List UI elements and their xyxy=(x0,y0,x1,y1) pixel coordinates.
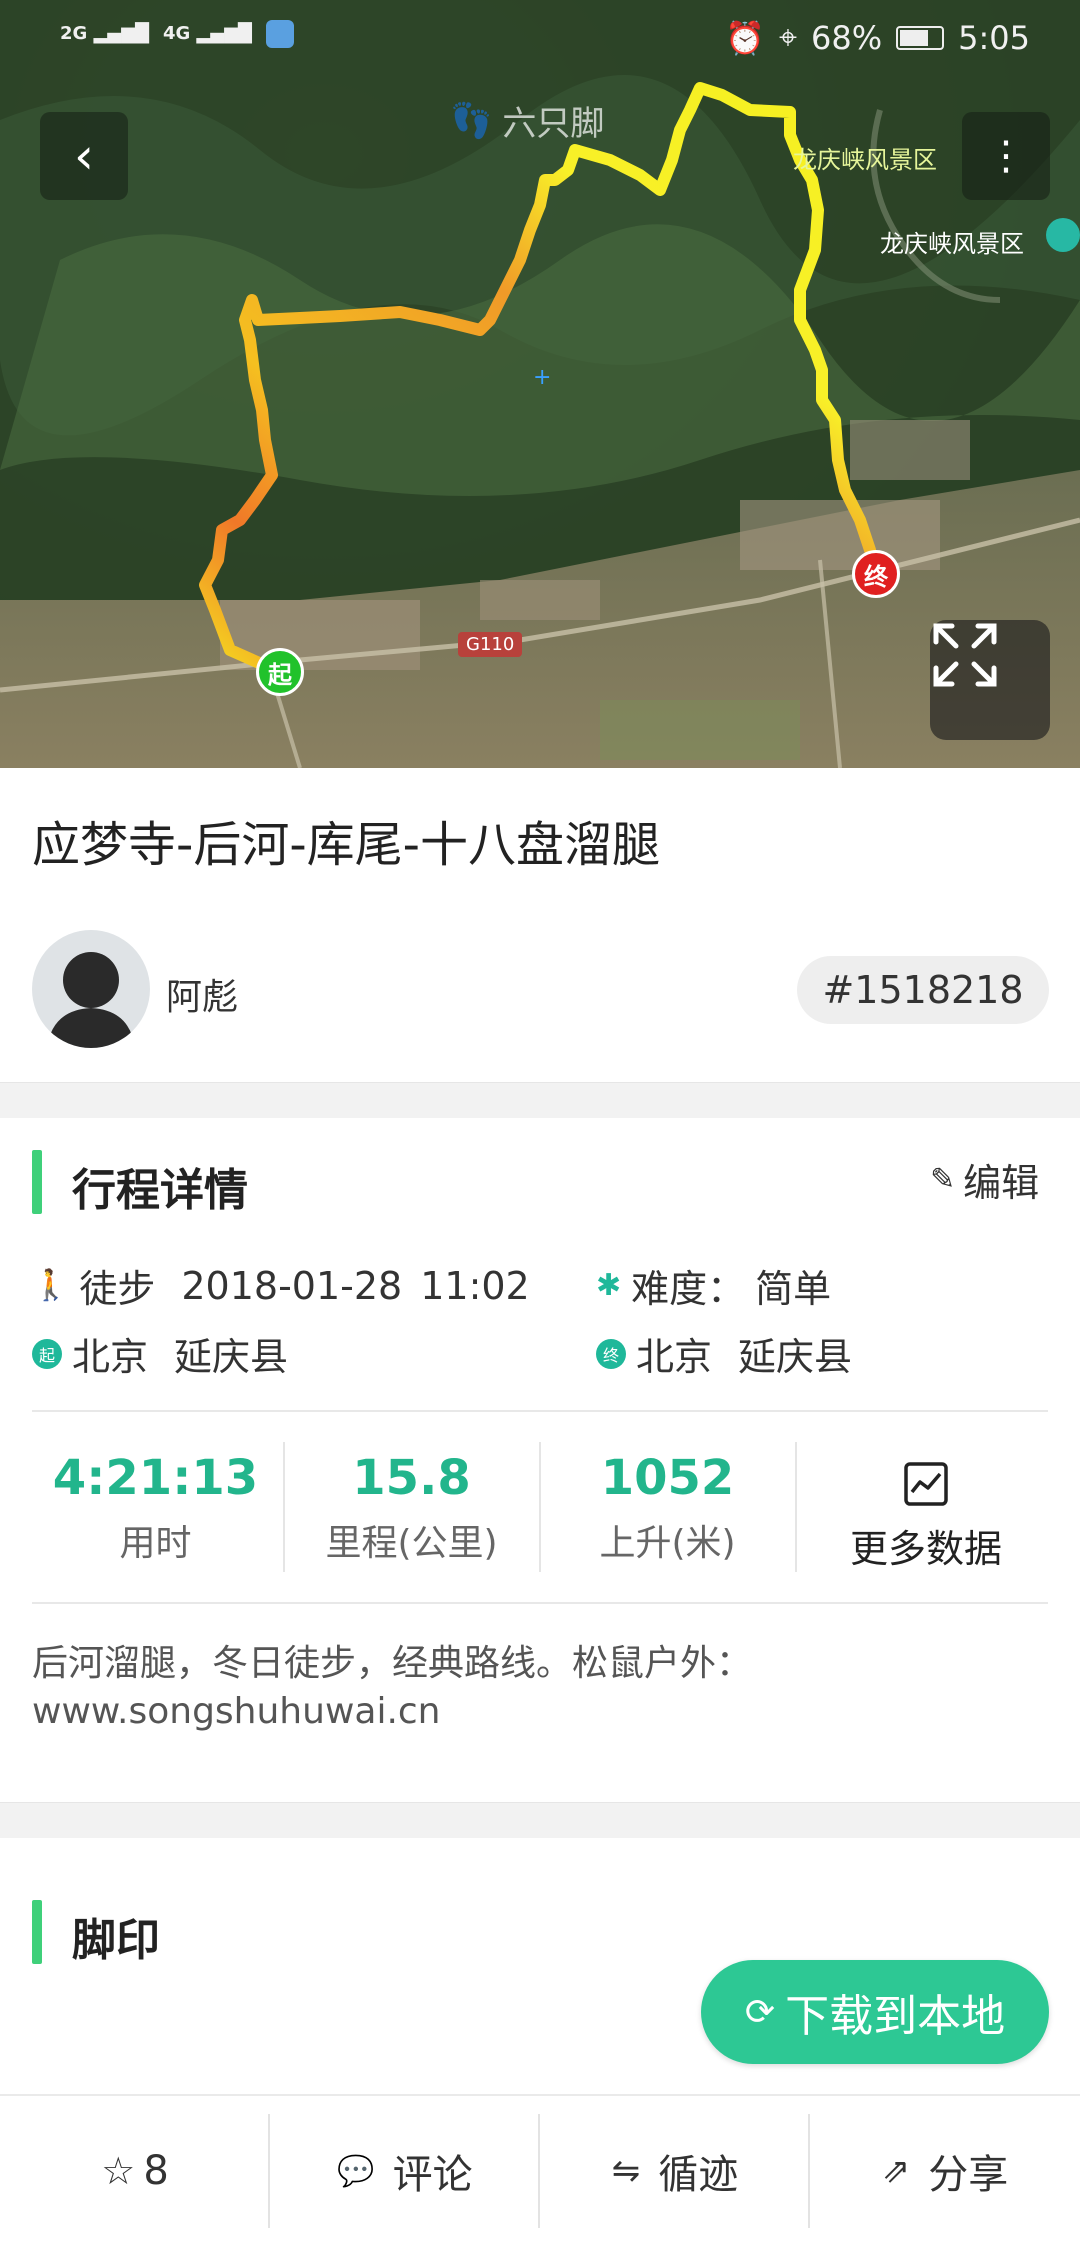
divider xyxy=(32,1602,1048,1604)
battery-icon xyxy=(896,25,945,50)
difficulty-info: ✱ 难度： 简单 xyxy=(596,1267,832,1311)
fullscreen-button[interactable] xyxy=(930,620,1050,740)
trip-id-badge: #1518218 xyxy=(797,956,1049,1024)
follow-track-button[interactable]: ⇋ 循迹 xyxy=(540,2096,810,2246)
hiker-icon: 🚶 xyxy=(32,1268,70,1303)
section-title-details: 行程详情 xyxy=(72,1165,248,1216)
avatar[interactable] xyxy=(32,930,150,1048)
edit-button[interactable]: ✎ 编辑 xyxy=(930,1152,1039,1207)
trip-description: 后河溜腿，冬日徒步，经典路线。松鼠户外： www.songshuhuwai.cn xyxy=(32,1640,1032,1736)
puzzle-icon: ✱ xyxy=(596,1268,622,1303)
favorite-button[interactable]: ☆ 8 xyxy=(0,2096,270,2246)
start-pin-icon: 起 xyxy=(32,1338,62,1369)
app-watermark: 👣 六只脚 xyxy=(450,100,605,145)
edit-icon: ✎ xyxy=(930,1162,956,1197)
route-start-marker[interactable]: 起 xyxy=(256,648,304,696)
status-bar: 2G ▂▄▆█ 4G ▂▄▆█ ⏰ ⌖ 68% 5:05 xyxy=(0,0,1080,80)
description-link[interactable]: www.songshuhuwai.cn xyxy=(32,1688,1032,1736)
trip-title: 应梦寺-后河-库尾-十八盘溜腿 xyxy=(32,817,660,873)
end-location: 终 北京 延庆县 xyxy=(596,1326,852,1381)
chevron-left-icon: ‹ xyxy=(74,127,94,185)
section-title-footprint: 脚印 xyxy=(72,1915,160,1966)
battery-percent: 68% xyxy=(811,18,883,57)
divider xyxy=(32,1410,1048,1412)
section-divider xyxy=(0,1802,1080,1838)
comment-button[interactable]: 💬 评论 xyxy=(270,2096,540,2246)
bottom-action-bar: ☆ 8 💬 评论 ⇋ 循迹 ⇗ 分享 xyxy=(0,2094,1080,2244)
author-name[interactable]: 阿彪 xyxy=(166,968,238,1020)
star-icon: ☆ xyxy=(101,2149,136,2193)
signal-2g-icon: 2G ▂▄▆█ xyxy=(60,23,149,44)
alarm-icon: ⏰ xyxy=(725,18,765,57)
stat-distance: 15.8 里程(公里) xyxy=(325,1450,498,1564)
route-map[interactable]: + 2G ▂▄▆█ 4G ▂▄▆█ ⏰ ⌖ 68% 5:05 ‹ 👣 六只脚 ⋮… xyxy=(0,0,1080,768)
refresh-icon: ⟳ xyxy=(744,1991,776,2033)
chart-line-icon xyxy=(904,1462,948,1506)
map-poi-label: 龙庆峡风景区 xyxy=(880,230,1024,258)
stat-duration: 4:21:13 用时 xyxy=(52,1450,259,1564)
stat-divider xyxy=(795,1442,797,1572)
share-icon: ⇗ xyxy=(881,2151,911,2191)
road-label: G110 xyxy=(458,632,523,657)
footprint-icon: 👣 xyxy=(450,100,493,141)
more-menu-button[interactable]: ⋮ xyxy=(962,112,1050,200)
section-accent-bar xyxy=(32,1150,42,1214)
svg-text:+: + xyxy=(533,365,551,390)
download-button[interactable]: ⟳ 下载到本地 xyxy=(701,1960,1049,2064)
location-icon: ⌖ xyxy=(778,18,798,56)
route-end-marker[interactable]: 终 xyxy=(852,550,900,598)
section-divider xyxy=(0,1082,1080,1118)
more-data-button[interactable]: 更多数据 xyxy=(808,1460,1044,1573)
stat-ascent: 1052 上升(米) xyxy=(599,1450,736,1564)
activity-info: 🚶 徒步 2018-01-28 11:02 xyxy=(32,1263,530,1312)
back-button[interactable]: ‹ xyxy=(40,112,128,200)
scenic-spot-icon[interactable] xyxy=(1046,218,1080,252)
signal-4g-icon: 4G ▂▄▆█ xyxy=(162,23,252,44)
clock: 5:05 xyxy=(958,18,1030,57)
app-notification-icon xyxy=(265,20,294,48)
share-button[interactable]: ⇗ 分享 xyxy=(810,2096,1080,2246)
start-location: 起 北京 延庆县 xyxy=(32,1326,288,1381)
user-silhouette-icon xyxy=(47,952,135,1048)
vertical-dots-icon: ⋮ xyxy=(986,133,1026,179)
expand-icon xyxy=(933,623,997,687)
route-follow-icon: ⇋ xyxy=(611,2151,641,2191)
end-pin-icon: 终 xyxy=(596,1338,626,1369)
section-accent-bar xyxy=(32,1900,42,1964)
comment-icon: 💬 xyxy=(337,2153,375,2189)
map-place-label: 龙庆峡风景区 xyxy=(793,146,937,174)
